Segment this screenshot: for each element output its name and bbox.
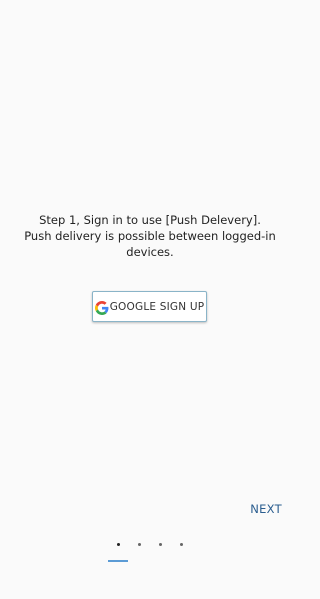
page-dot-4[interactable] — [180, 543, 183, 546]
next-button[interactable]: NEXT — [250, 502, 282, 516]
google-sign-up-button[interactable]: GOOGLE SIGN UP — [92, 291, 207, 322]
onboarding-screen: Step 1, Sign in to use [Push Delevery]. … — [0, 0, 300, 599]
page-dot-2[interactable] — [138, 543, 141, 546]
step-instructions: Step 1, Sign in to use [Push Delevery]. … — [24, 213, 276, 259]
google-g-icon — [94, 300, 109, 315]
page-dot-3[interactable] — [159, 543, 162, 546]
page-dot-1[interactable] — [117, 543, 120, 546]
active-page-underline — [108, 560, 128, 562]
page-indicator — [108, 541, 188, 565]
google-sign-up-label: GOOGLE SIGN UP — [109, 300, 205, 313]
